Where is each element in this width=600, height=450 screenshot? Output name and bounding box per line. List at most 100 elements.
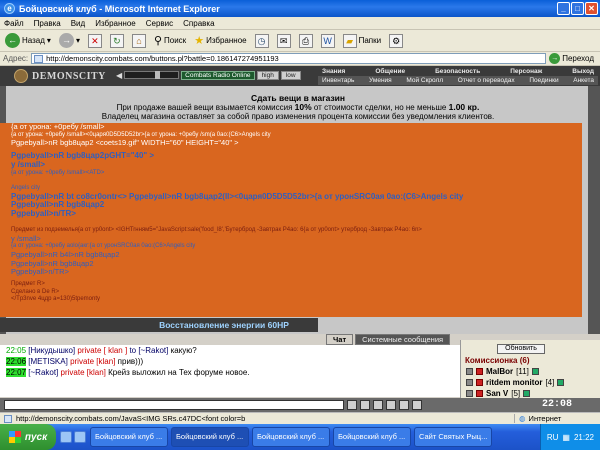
quality-low-button[interactable]: low	[280, 70, 301, 80]
chat-input[interactable]	[4, 400, 344, 410]
chat-private-tag[interactable]: private [ klan ]	[77, 346, 127, 355]
mail-button[interactable]: ✉	[275, 33, 293, 49]
private-icon[interactable]	[466, 379, 473, 386]
tray-clock: 21:22	[573, 432, 594, 442]
logo-emblem-icon	[14, 69, 28, 83]
menu-help[interactable]: Справка	[183, 19, 214, 28]
chat-recipient[interactable]: to [~Rakot]	[129, 346, 168, 355]
info-icon[interactable]	[531, 368, 539, 375]
nav-character[interactable]: Персонаж	[510, 67, 542, 76]
close-button[interactable]: ✕	[585, 2, 598, 15]
start-button[interactable]: пуск	[0, 424, 56, 450]
chat-user[interactable]: [~Rakot]	[28, 368, 58, 377]
chat-text: прив)))	[117, 357, 144, 366]
chat-private-tag[interactable]: private [klan]	[61, 368, 106, 377]
print-button[interactable]: ⎙	[297, 33, 315, 49]
edit-button[interactable]: W	[319, 33, 337, 49]
clear-button[interactable]	[360, 400, 370, 410]
user-entry[interactable]: MalBor [11]	[466, 366, 596, 377]
nav-security[interactable]: Безопасность	[435, 67, 480, 76]
back-button[interactable]: ← Назад ▾	[3, 32, 53, 49]
filter-button[interactable]	[386, 400, 396, 410]
taskbar-item[interactable]: Бойцовский клуб ...	[252, 427, 330, 447]
page-icon	[4, 414, 12, 423]
tab-chat[interactable]: Чат	[326, 334, 354, 345]
radio-label[interactable]: Combats Radio Online	[181, 70, 255, 80]
chat-user[interactable]: [Никудышко]	[28, 346, 75, 355]
clan-icon	[476, 390, 483, 397]
taskbar-item[interactable]: Бойцовский клуб ...	[171, 427, 249, 447]
speaker-icon: ◀	[116, 70, 123, 80]
chat-text: Крейз выложил на Тех форуме новое.	[108, 368, 250, 377]
menu-file[interactable]: Файл	[4, 19, 24, 28]
nav-inventory[interactable]: Инвентарь	[322, 76, 354, 85]
tab-system-messages[interactable]: Системные сообщения	[355, 334, 451, 345]
game-clock: 22:08	[541, 399, 572, 410]
stop-button[interactable]: ✕	[86, 33, 104, 49]
junk-line: </Tp3nve 4цдр а=130)5tpemonty	[11, 296, 100, 303]
forward-button[interactable]: → ▾	[57, 32, 82, 49]
taskbar-item[interactable]: Сайт Святых Рыц...	[414, 427, 492, 447]
junk-line: Pgрebуall>n/TR>	[11, 209, 76, 219]
nav-fights[interactable]: Поединки	[529, 76, 558, 85]
energy-restore-bar: Восстановление энергии 60HP	[0, 318, 318, 332]
history-button[interactable]: ◷	[253, 33, 271, 49]
junk-line: Сделано в De R>	[11, 288, 60, 295]
menu-edit[interactable]: Правка	[34, 19, 61, 28]
language-indicator[interactable]: RU	[547, 433, 559, 442]
nav-transfers-report[interactable]: Отчет о переводах	[458, 76, 515, 85]
junk-line: Pgрebуall>nR bgb8цар2 <coets19.gif" WIDT…	[11, 138, 239, 148]
clan-icon	[476, 368, 483, 375]
junk-line: Pgрebуall>n/TR>	[11, 267, 69, 277]
junk-line: {а от урона: +0ребу /small>	[11, 123, 105, 131]
radio-controls: ◀ Combats Radio Online high low	[116, 70, 301, 80]
menu-view[interactable]: Вид	[71, 19, 85, 28]
address-label: Адрес:	[3, 54, 29, 63]
folder-icon: ▰	[342, 33, 357, 48]
home-button[interactable]: ⌂	[130, 33, 148, 49]
menu-tools[interactable]: Сервис	[146, 19, 173, 28]
send-button[interactable]	[347, 400, 357, 410]
go-arrow-icon: →	[549, 53, 561, 64]
search-button[interactable]: ⚲ Поиск	[152, 33, 188, 48]
refresh-button[interactable]: ↻	[108, 33, 126, 49]
junk-line[interactable]: Предмет из подземелья{а от ур0ont> <IGHT…	[11, 227, 571, 235]
info-icon[interactable]	[523, 390, 531, 397]
window-title-bar[interactable]: e Бойцовский клуб - Microsoft Internet E…	[0, 0, 600, 17]
menu-favorites[interactable]: Избранное	[95, 19, 136, 28]
refresh-icon: ↻	[109, 33, 124, 48]
smiles-button[interactable]	[373, 400, 383, 410]
maximize-button[interactable]: □	[571, 2, 584, 15]
quality-high-button[interactable]: high	[256, 70, 279, 80]
refresh-room-button[interactable]: Обновить	[497, 344, 545, 354]
network-icon[interactable]: ▦	[562, 433, 570, 442]
nav-exit[interactable]: Выход	[572, 67, 594, 76]
taskbar-item[interactable]: Бойцовский клуб ...	[90, 427, 168, 447]
volume-slider[interactable]	[124, 71, 180, 79]
nav-profile[interactable]: Анкета	[573, 76, 594, 85]
nav-knowledge[interactable]: Знания	[322, 67, 345, 76]
ie-icon: e	[4, 3, 15, 14]
nav-communication[interactable]: Общение	[375, 67, 405, 76]
chat-private-tag[interactable]: private [klan]	[70, 357, 115, 366]
private-icon[interactable]	[466, 368, 473, 375]
private-icon[interactable]	[466, 390, 473, 397]
nav-my-scroll[interactable]: Мой Скролл	[406, 76, 443, 85]
user-entry[interactable]: ritdem monitor [4]	[466, 377, 596, 388]
exit-chat-button[interactable]	[412, 400, 422, 410]
chat-time: 22:05	[6, 346, 27, 355]
desktop-quicklaunch-icon[interactable]	[74, 431, 86, 443]
go-button[interactable]: → Переход	[549, 53, 600, 64]
settings-button[interactable]	[399, 400, 409, 410]
ie-quicklaunch-icon[interactable]	[60, 431, 72, 443]
info-icon[interactable]	[557, 379, 565, 386]
address-input[interactable]: http://demonscity.combats.com/buttons.pl…	[31, 53, 547, 64]
folders-button[interactable]: ▰ Папки	[341, 33, 384, 49]
junk-line: у /small>	[11, 233, 41, 243]
chat-user[interactable]: [METISKA]	[28, 357, 68, 366]
taskbar-item[interactable]: Бойцовский клуб ...	[333, 427, 411, 447]
nav-skills[interactable]: Умения	[369, 76, 392, 85]
tools-button[interactable]: ⚙	[387, 33, 405, 49]
favorites-button[interactable]: ★ Избранное	[192, 33, 248, 48]
minimize-button[interactable]: _	[557, 2, 570, 15]
